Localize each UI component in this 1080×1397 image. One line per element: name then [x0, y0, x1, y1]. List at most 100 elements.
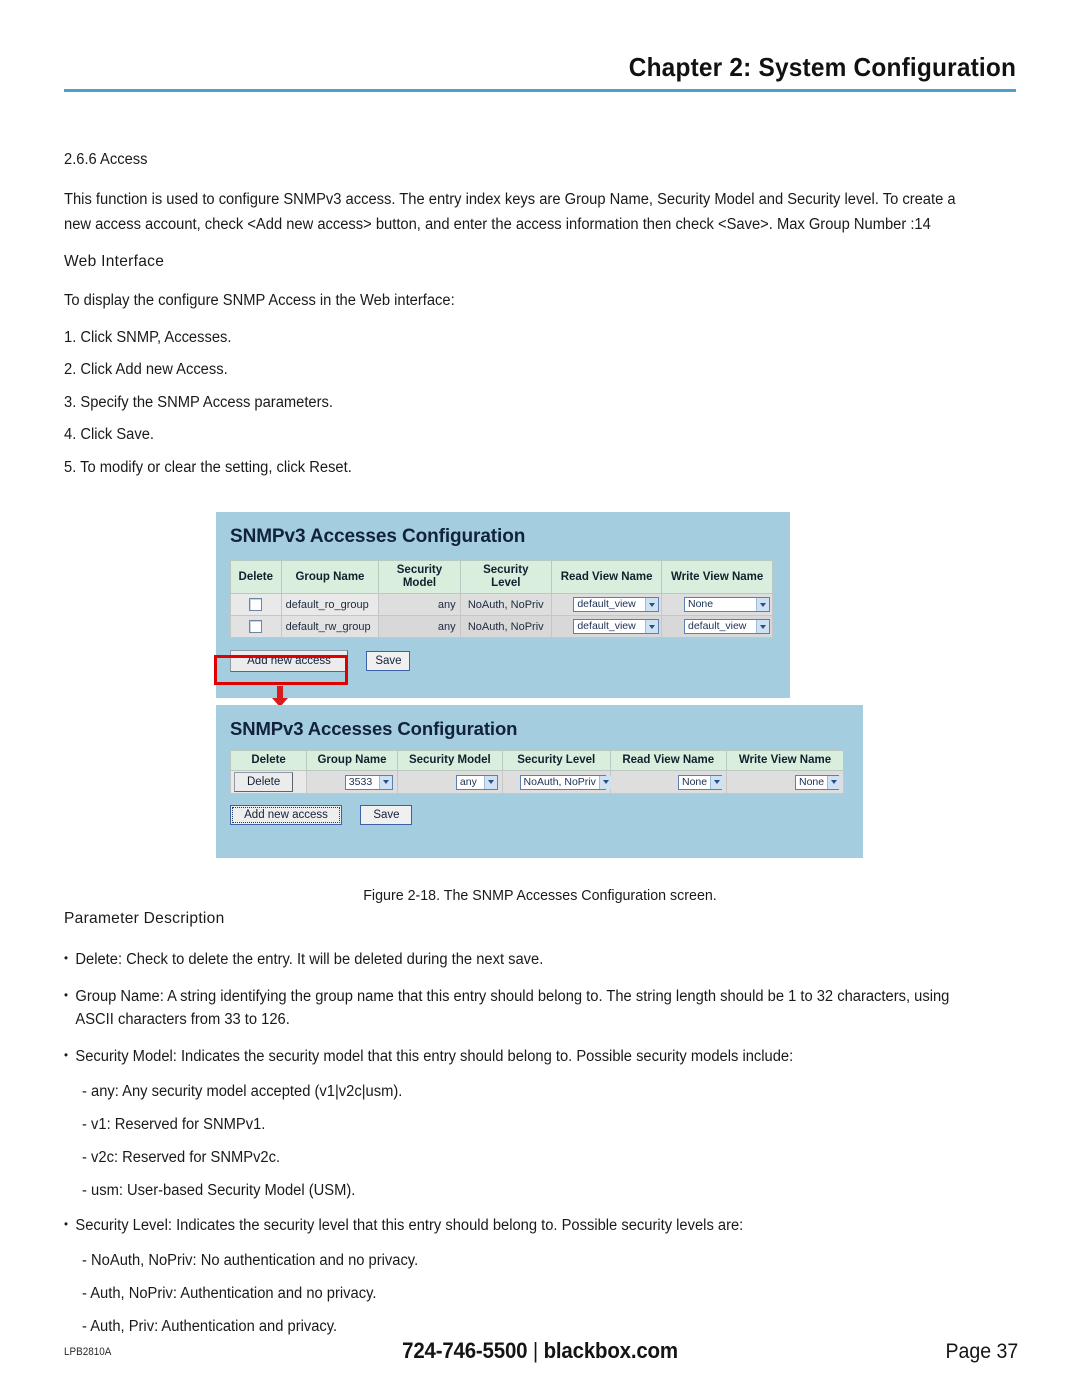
- body-content: 2.6.6 Access This function is used to co…: [64, 150, 1016, 490]
- panel1-row1-write-view-cell: None: [661, 593, 773, 616]
- panel1-row2-delete-cell: [230, 615, 282, 638]
- chevron-down-icon[interactable]: [756, 620, 769, 633]
- param-delete: Delete: Check to delete the entry. It wi…: [64, 947, 976, 971]
- footer-separator: |: [532, 1338, 539, 1363]
- panel1-accesses-table: Delete Group Name Security Model Security…: [230, 560, 773, 638]
- panel1-row1-security-level: NoAuth, NoPriv: [459, 593, 552, 616]
- panel1-col-security-model: Security Model: [378, 560, 461, 594]
- panel1-row2-security-model: any: [378, 615, 461, 638]
- panel2-delete-cell: Delete: [229, 770, 308, 794]
- chapter-title: Chapter 2: System Configuration: [628, 52, 1016, 82]
- snmpv3-accesses-panel-existing: SNMPv3 Accesses Configuration Delete Gro…: [216, 512, 790, 698]
- panel2-col-security-model: Security Model: [396, 750, 503, 771]
- panel1-row2-write-view-cell: default_view: [661, 615, 773, 638]
- security-level-noauth-nopriv: - NoAuth, NoPriv: No authentication and …: [82, 1252, 419, 1269]
- add-new-access-button[interactable]: Add new access: [230, 650, 348, 672]
- write-view-name-select[interactable]: None: [684, 597, 770, 612]
- security-level-auth-priv: - Auth, Priv: Authentication and privacy…: [82, 1318, 338, 1335]
- delete-checkbox[interactable]: [249, 598, 263, 611]
- panel2-header-row: Delete Group Name Security Model Securit…: [229, 750, 844, 771]
- panel2-write-view-cell: None: [726, 770, 844, 794]
- chevron-down-icon[interactable]: [645, 620, 659, 633]
- parameter-description-section: Parameter Description Delete: Check to d…: [64, 908, 1024, 1350]
- save-button[interactable]: Save: [360, 805, 413, 825]
- security-model-v1: - v1: Reserved for SNMPv1.: [82, 1116, 266, 1133]
- chapter-header: Chapter 2: System Configuration: [64, 52, 1016, 83]
- section-heading: 2.6.6 Access: [64, 151, 148, 168]
- param-security-model: Security Model: Indicates the security m…: [64, 1044, 976, 1068]
- chevron-down-icon[interactable]: [756, 598, 769, 611]
- panel1-row1-group-name: default_ro_group: [280, 593, 380, 616]
- read-view-name-select[interactable]: default_view: [573, 619, 660, 634]
- chevron-down-icon[interactable]: [378, 775, 392, 789]
- panel1-row1-read-view-cell: default_view: [550, 593, 663, 616]
- step-2: 2. Click Add new Access.: [64, 361, 228, 378]
- panel2-security-level-cell: NoAuth, NoPriv: [501, 770, 612, 794]
- panel1-row2-group-name: default_rw_group: [280, 615, 380, 638]
- table-row: Delete 3533 any NoAuth, NoPriv None None: [229, 770, 844, 794]
- chevron-down-icon[interactable]: [483, 775, 497, 789]
- group-name-select[interactable]: 3533: [344, 774, 393, 790]
- read-view-name-select[interactable]: None: [678, 774, 724, 790]
- security-model-any: - any: Any security model accepted (v1|v…: [82, 1083, 403, 1100]
- panel1-col-delete: Delete: [230, 560, 282, 594]
- read-view-name-select[interactable]: default_view: [573, 597, 660, 612]
- panel2-col-read-view-name: Read View Name: [609, 750, 728, 771]
- panel2-group-name-cell: 3533: [306, 770, 398, 794]
- add-new-access-button[interactable]: Add new access: [230, 805, 342, 825]
- step-5: 5. To modify or clear the setting, click…: [64, 458, 352, 476]
- security-level-auth-nopriv: - Auth, NoPriv: Authentication and no pr…: [82, 1285, 377, 1302]
- panel1-col-security-level: Security Level: [459, 560, 552, 594]
- panel1-actions: Add new access Save: [230, 650, 790, 672]
- footer-phone: 724-746-5500: [402, 1338, 528, 1363]
- security-model-v2c: - v2c: Reserved for SNMPv2c.: [82, 1149, 281, 1166]
- panel2-read-view-cell: None: [609, 770, 728, 794]
- panel2-col-group-name: Group Name: [306, 750, 398, 771]
- chevron-down-icon[interactable]: [598, 775, 612, 789]
- delete-row-button[interactable]: Delete: [234, 772, 294, 792]
- footer-contact: 724-746-5500 | blackbox.com: [38, 1338, 1042, 1364]
- panel2-title: SNMPv3 Accesses Configuration: [230, 718, 518, 739]
- panel1-row1-security-model: any: [378, 593, 461, 616]
- step-3: 3. Specify the SNMP Access parameters.: [64, 393, 333, 411]
- security-level-select[interactable]: NoAuth, NoPriv: [519, 774, 612, 790]
- chevron-down-icon[interactable]: [645, 598, 659, 611]
- panel1-row1-delete-cell: [230, 593, 282, 616]
- delete-checkbox[interactable]: [249, 620, 263, 633]
- table-row: default_ro_group any NoAuth, NoPriv defa…: [230, 593, 773, 616]
- panel1-row2-security-level: NoAuth, NoPriv: [459, 615, 552, 638]
- parameter-description-heading: Parameter Description: [64, 910, 225, 927]
- table-row: default_rw_group any NoAuth, NoPriv defa…: [230, 615, 773, 638]
- web-interface-heading: Web Interface: [64, 253, 165, 270]
- panel1-row2-read-view-cell: default_view: [550, 615, 663, 638]
- panel2-col-security-level: Security Level: [501, 750, 611, 771]
- panel2-col-delete: Delete: [229, 750, 308, 771]
- security-model-select[interactable]: any: [455, 774, 498, 790]
- chevron-down-icon[interactable]: [710, 775, 724, 789]
- write-view-name-select[interactable]: None: [795, 774, 841, 790]
- snmpv3-accesses-panel-new-entry: SNMPv3 Accesses Configuration Delete Gro…: [216, 705, 863, 858]
- footer-website: blackbox.com: [543, 1338, 678, 1363]
- panel1-title: SNMPv3 Accesses Configuration: [230, 526, 526, 547]
- header-divider: [64, 89, 1016, 92]
- figure-caption: Figure 2-18. The SNMP Accesses Configura…: [363, 887, 717, 904]
- step-4: 4. Click Save.: [64, 426, 155, 443]
- panel1-col-write-view-name: Write View Name: [661, 560, 773, 594]
- panel2-col-write-view-name: Write View Name: [726, 750, 844, 771]
- param-security-level: Security Level: Indicates the security l…: [64, 1213, 976, 1237]
- panel1-col-read-view-name: Read View Name: [550, 560, 663, 594]
- panel1-col-group-name: Group Name: [280, 560, 380, 594]
- step-1: 1. Click SNMP, Accesses.: [64, 328, 232, 346]
- security-model-usm: - usm: User-based Security Model (USM).: [82, 1182, 356, 1199]
- panel2-security-model-cell: any: [396, 770, 503, 794]
- intro-paragraph: This function is used to configure SNMPv…: [64, 191, 956, 233]
- panel2-actions: Add new access Save: [230, 805, 863, 825]
- save-button[interactable]: Save: [366, 651, 411, 671]
- document-page: Chapter 2: System Configuration 2.6.6 Ac…: [0, 0, 1080, 1397]
- param-group-name: Group Name: A string identifying the gro…: [64, 984, 976, 1031]
- footer-page-number: Page 37: [945, 1340, 1018, 1363]
- chevron-down-icon[interactable]: [827, 775, 841, 789]
- panel1-header-row: Delete Group Name Security Model Security…: [230, 560, 773, 594]
- display-instruction: To display the configure SNMP Access in …: [64, 292, 455, 309]
- write-view-name-select[interactable]: default_view: [684, 619, 770, 634]
